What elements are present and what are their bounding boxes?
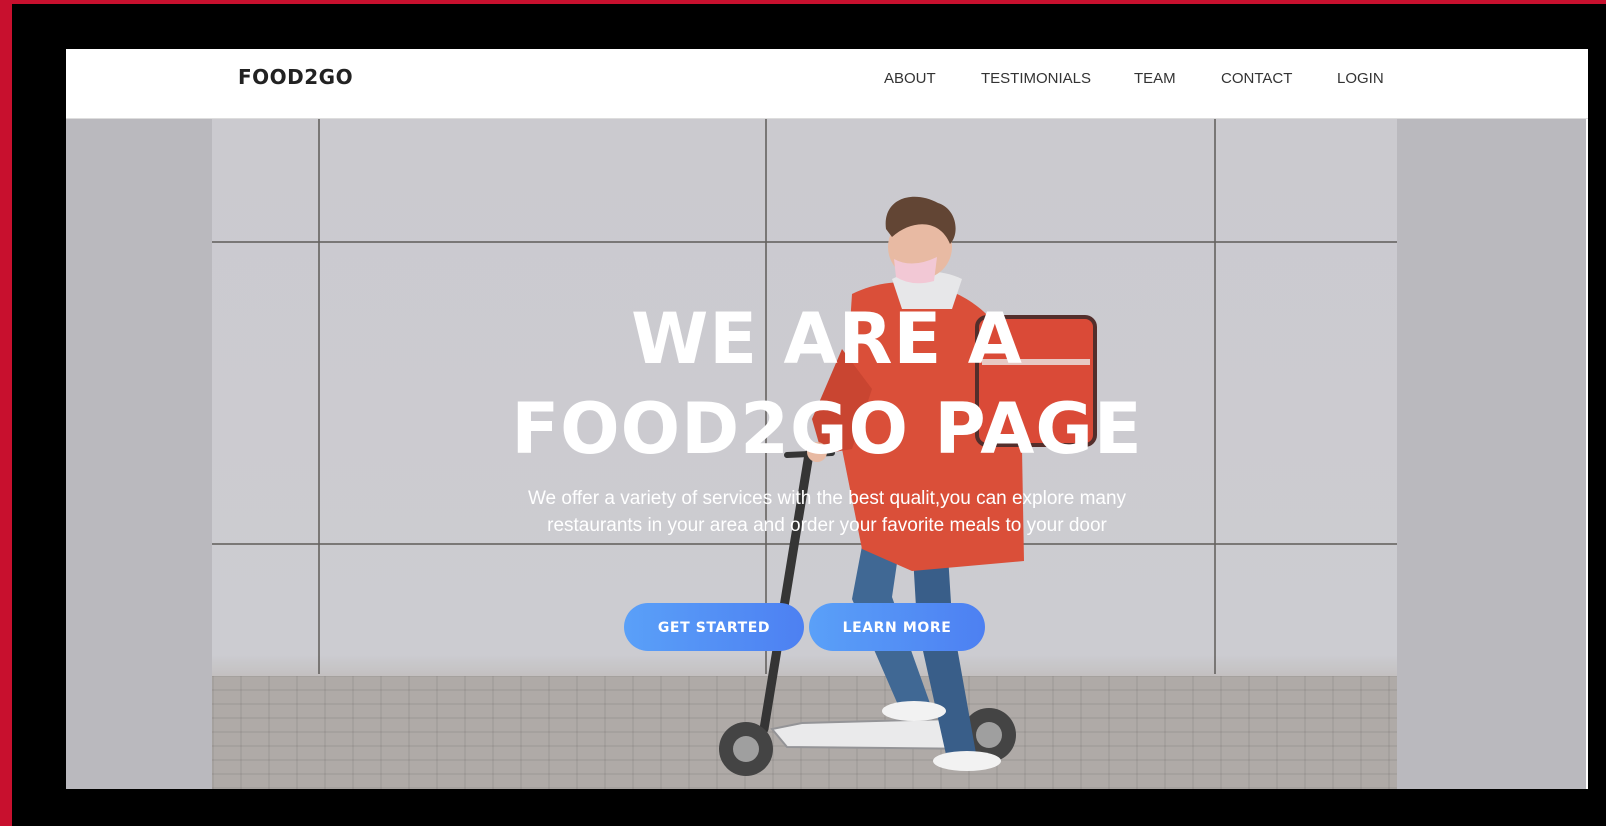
hero-subtitle-line: restaurants in your area and order your … <box>547 515 1107 536</box>
nav-links: ABOUT TESTIMONIALS TEAM CONTACT LOGIN <box>66 70 1588 94</box>
hero-title-line: FOOD2GO PAGE <box>511 388 1143 470</box>
nav-link-team[interactable]: TEAM <box>1134 70 1176 87</box>
hero-section: WE ARE A FOOD2GO PAGE We offer a variety… <box>66 119 1588 789</box>
get-started-button[interactable]: GET STARTED <box>624 603 804 651</box>
hero-title-line: WE ARE A <box>631 298 1023 380</box>
nav-link-about[interactable]: ABOUT <box>884 70 936 87</box>
learn-more-button[interactable]: LEARN MORE <box>809 603 985 651</box>
hero-title: WE ARE A FOOD2GO PAGE <box>66 294 1588 474</box>
navbar: FOOD2GO ABOUT TESTIMONIALS TEAM CONTACT … <box>66 49 1588 119</box>
nav-link-contact[interactable]: CONTACT <box>1221 70 1292 87</box>
nav-link-login[interactable]: LOGIN <box>1337 70 1384 87</box>
screenshot-frame: FOOD2GO ABOUT TESTIMONIALS TEAM CONTACT … <box>0 0 1606 826</box>
hero-subtitle: We offer a variety of services with the … <box>66 485 1588 539</box>
hero-subtitle-line: We offer a variety of services with the … <box>527 488 1127 509</box>
nav-link-testimonials[interactable]: TESTIMONIALS <box>981 70 1091 87</box>
web-page: FOOD2GO ABOUT TESTIMONIALS TEAM CONTACT … <box>66 49 1588 789</box>
page-edge-scrollbar[interactable] <box>1586 119 1588 789</box>
